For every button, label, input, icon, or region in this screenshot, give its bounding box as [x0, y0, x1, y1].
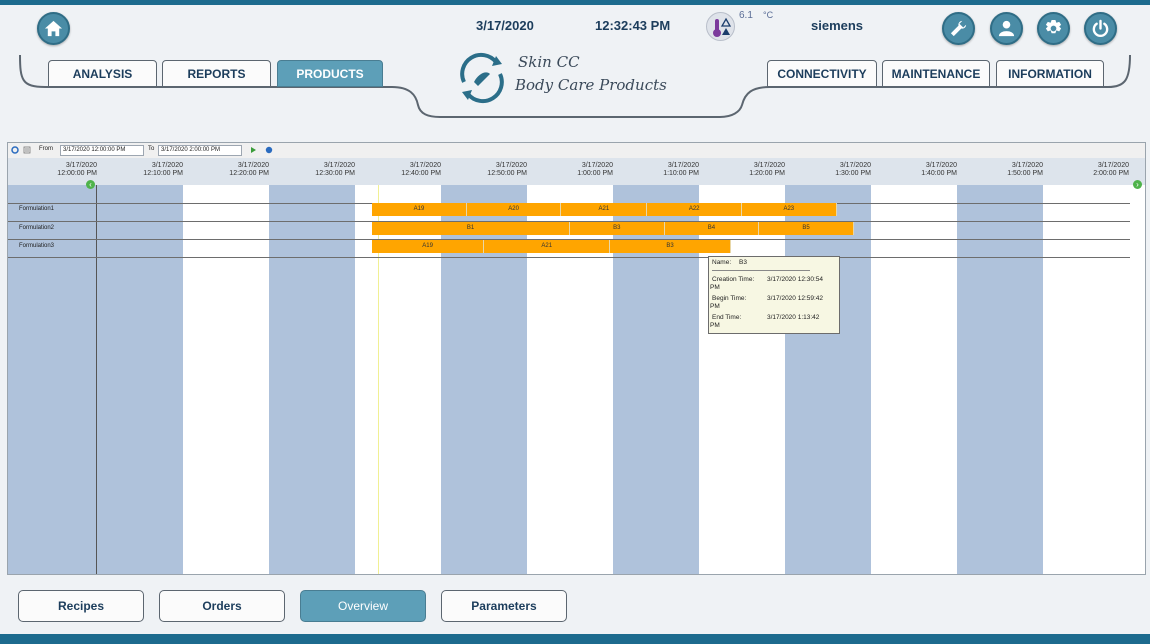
- temperature-icon: [706, 12, 735, 41]
- from-datetime-input[interactable]: 3/17/2020 12:00:00 PM: [60, 145, 144, 156]
- list-icon[interactable]: [23, 146, 31, 154]
- parameters-button[interactable]: Parameters: [441, 590, 567, 622]
- task-bar[interactable]: B1: [372, 222, 570, 235]
- time-tick-label: 3/17/2020 1:20:00 PM: [749, 162, 785, 177]
- task-bar[interactable]: B3: [610, 240, 731, 253]
- tooltip-end-value: 3/17/2020 1:13:42: [767, 314, 820, 321]
- logo-icon: [460, 52, 504, 104]
- row-label: Formulation2: [19, 225, 55, 231]
- task-bar[interactable]: A22: [647, 203, 742, 216]
- tooltip-creation-value: 3/17/2020 12:30:54: [767, 276, 824, 283]
- time-tick-label: 3/17/2020 1:30:00 PM: [835, 162, 871, 177]
- task-bar[interactable]: A21: [484, 240, 611, 253]
- time-tick-label: 3/17/2020 2:00:00 PM: [1093, 162, 1129, 177]
- power-button[interactable]: [1084, 12, 1117, 45]
- time-tick-label: 3/17/2020 12:10:00 PM: [143, 162, 183, 177]
- task-bar[interactable]: A23: [742, 203, 837, 216]
- tab-connectivity[interactable]: CONNECTIVITY: [767, 60, 877, 87]
- from-label: From: [39, 146, 53, 152]
- temperature-value: 6.1: [739, 10, 753, 21]
- bottom-accent-bar: [0, 634, 1150, 644]
- time-tick-label: 3/17/2020 12:00:00 PM: [57, 162, 97, 177]
- tooltip-begin-pm: PM: [710, 303, 720, 310]
- task-bar[interactable]: A19: [372, 240, 484, 253]
- time-tick-label: 3/17/2020 12:50:00 PM: [487, 162, 527, 177]
- row-label: Formulation1: [19, 206, 55, 212]
- task-bar[interactable]: A21: [561, 203, 648, 216]
- orders-button[interactable]: Orders: [159, 590, 285, 622]
- gear-icon: [1045, 19, 1062, 34]
- tab-analysis[interactable]: ANALYSIS: [48, 60, 157, 87]
- time-tick-label: 3/17/2020 1:50:00 PM: [1007, 162, 1043, 177]
- time-tick-label: 3/17/2020 1:40:00 PM: [921, 162, 957, 177]
- gantt-chart: 3/17/2020 12:00:00 PM 3/17/2020 12:10:00 …: [8, 158, 1145, 574]
- tooltip-divider: [712, 270, 810, 271]
- user-icon: [998, 20, 1015, 37]
- task-tooltip: Name: B3 Creation Time: 3/17/2020 12:30:…: [708, 256, 840, 334]
- home-icon: [44, 20, 63, 37]
- to-label: To: [148, 146, 155, 152]
- time-tick-label: 3/17/2020 12:20:00 PM: [229, 162, 269, 177]
- tooltip-begin-label: Begin Time:: [712, 295, 747, 302]
- logo-line2: Body Care Products: [515, 76, 667, 94]
- task-bar[interactable]: B3: [570, 222, 665, 235]
- tab-maintenance[interactable]: MAINTENANCE: [882, 60, 990, 87]
- temperature-unit: °C: [763, 10, 774, 20]
- home-button[interactable]: [37, 12, 70, 45]
- gantt-toolbar: From 3/17/2020 12:00:00 PM To 3/17/2020 …: [8, 143, 1145, 158]
- tab-products[interactable]: PRODUCTS: [277, 60, 383, 87]
- task-bar[interactable]: A20: [466, 203, 562, 216]
- recipes-button[interactable]: Recipes: [18, 590, 144, 622]
- row-label: Formulation3: [19, 243, 55, 249]
- settings-button[interactable]: [1037, 12, 1070, 45]
- tab-reports[interactable]: REPORTS: [162, 60, 271, 87]
- overview-button[interactable]: Overview: [300, 590, 426, 622]
- service-button[interactable]: [942, 12, 975, 45]
- current-user: siemens: [811, 18, 864, 33]
- tooltip-end-label: End Time:: [712, 314, 742, 321]
- to-datetime-input[interactable]: 3/17/2020 2:00:00 PM: [158, 145, 242, 156]
- wrench-icon: [950, 20, 967, 37]
- header-date: 3/17/2020: [476, 18, 534, 33]
- tooltip-creation-pm: PM: [710, 284, 720, 291]
- tooltip-end-pm: PM: [710, 322, 720, 329]
- gantt-panel: From 3/17/2020 12:00:00 PM To 3/17/2020 …: [7, 142, 1146, 575]
- logo-line1: Skin CC: [518, 53, 580, 71]
- tab-information[interactable]: INFORMATION: [996, 60, 1104, 87]
- task-bar[interactable]: A19: [372, 203, 467, 216]
- header-time: 12:32:43 PM: [595, 18, 671, 33]
- tooltip-begin-value: 3/17/2020 12:59:42: [767, 295, 824, 302]
- task-bar[interactable]: B5: [759, 222, 854, 235]
- task-bar[interactable]: B4: [664, 222, 760, 235]
- play-icon[interactable]: [249, 146, 257, 154]
- time-tick-label: 3/17/2020 12:40:00 PM: [401, 162, 441, 177]
- tooltip-name-label: Name:: [712, 259, 732, 266]
- scroll-right-icon[interactable]: ›: [1133, 180, 1142, 189]
- user-button[interactable]: [990, 12, 1023, 45]
- globe-icon[interactable]: [265, 146, 273, 154]
- tooltip-name-value: B3: [739, 259, 747, 266]
- refresh-icon[interactable]: [11, 146, 19, 154]
- time-tick-label: 3/17/2020 1:10:00 PM: [663, 162, 699, 177]
- power-icon: [1092, 19, 1109, 38]
- top-accent-bar: [0, 0, 1150, 5]
- row-divider: [8, 257, 1130, 258]
- time-tick-label: 3/17/2020 12:30:00 PM: [315, 162, 355, 177]
- tooltip-creation-label: Creation Time:: [712, 276, 755, 283]
- time-tick-label: 3/17/2020 1:00:00 PM: [577, 162, 613, 177]
- scroll-left-icon[interactable]: ‹: [86, 180, 95, 189]
